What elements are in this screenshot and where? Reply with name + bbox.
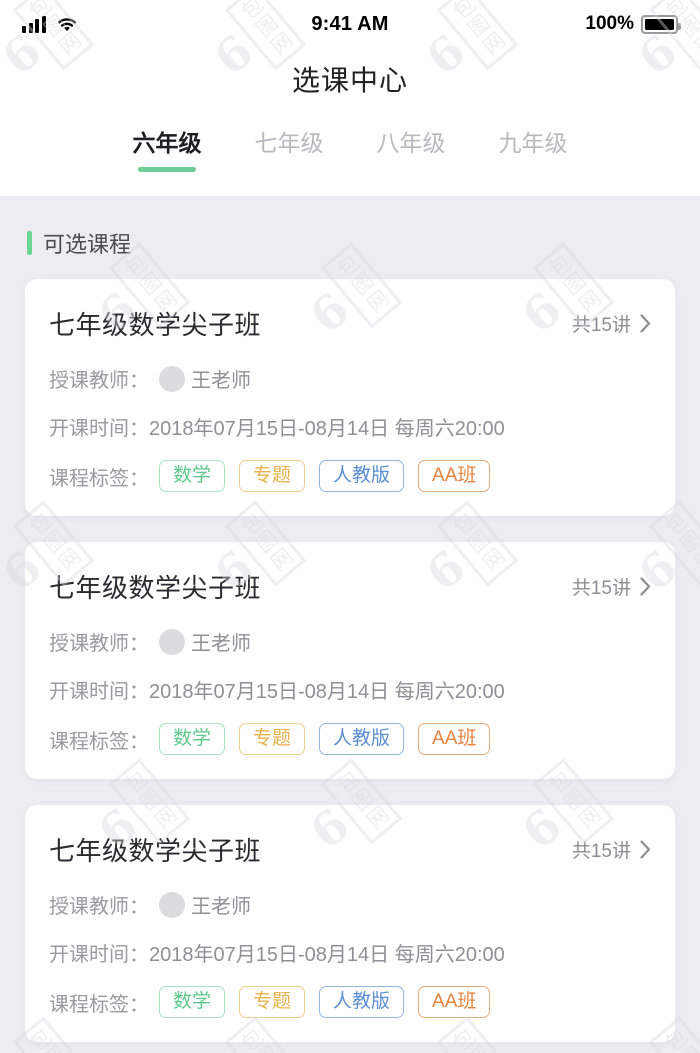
teacher-label: 授课教师： bbox=[49, 633, 149, 655]
teacher-name: 王老师 bbox=[191, 896, 251, 918]
course-list-container[interactable]: 可选课程 七年级数学尖子班 共15讲 授课教师： 王老师 开课时间： 2018年… bbox=[0, 196, 700, 1053]
course-lectures-link[interactable]: 共15讲 bbox=[572, 310, 651, 337]
start-time-value: 2018年07月15日-08月14日 每周六20:00 bbox=[149, 418, 505, 440]
course-tag[interactable]: AA班 bbox=[418, 723, 491, 755]
start-time-value: 2018年07月15日-08月14日 每周六20:00 bbox=[149, 944, 505, 966]
status-bar-left bbox=[22, 15, 78, 33]
course-card-header: 七年级数学尖子班 共15讲 bbox=[49, 568, 651, 605]
course-tags-row: 课程标签： 数学 专题 人教版 AA班 bbox=[49, 723, 651, 755]
teacher-name: 王老师 bbox=[191, 633, 251, 655]
grade-tabs: 六年级 七年级 八年级 九年级 bbox=[0, 110, 700, 196]
course-tag[interactable]: 数学 bbox=[159, 723, 226, 755]
course-tag[interactable]: 专题 bbox=[239, 460, 306, 492]
section-header: 可选课程 bbox=[25, 196, 675, 279]
wifi-icon bbox=[56, 16, 78, 33]
course-title: 七年级数学尖子班 bbox=[49, 836, 262, 866]
course-card[interactable]: 七年级数学尖子班 共15讲 授课教师： 王老师 开课时间： 2018年07月15 bbox=[25, 805, 675, 1042]
start-time-label: 开课时间： bbox=[49, 681, 149, 703]
tags-label: 课程标签： bbox=[49, 467, 149, 490]
course-lectures-label: 共15讲 bbox=[571, 578, 631, 599]
tags-label: 课程标签： bbox=[49, 993, 149, 1016]
course-tags-row: 课程标签： 数学 专题 人教版 AA班 bbox=[49, 460, 651, 492]
start-time-value: 2018年07月15日-08月14日 每周六20:00 bbox=[149, 681, 505, 703]
teacher-label: 授课教师： bbox=[49, 370, 149, 392]
section-accent-bar bbox=[27, 231, 32, 255]
course-tag-list: 数学 专题 人教版 AA班 bbox=[159, 986, 491, 1018]
tab-label: 九年级 bbox=[498, 130, 568, 156]
status-bar: 9:41 AM 100% bbox=[0, 0, 700, 48]
section-title: 可选课程 bbox=[43, 232, 132, 257]
battery-percent-label: 100% bbox=[585, 13, 634, 34]
course-lectures-label: 共15讲 bbox=[571, 315, 631, 336]
tab-label: 八年级 bbox=[376, 130, 446, 156]
course-teacher-row: 授课教师： 王老师 bbox=[49, 890, 651, 919]
course-teacher-row: 授课教师： 王老师 bbox=[49, 364, 651, 393]
avatar-placeholder-icon bbox=[159, 628, 185, 655]
course-lectures-link[interactable]: 共15讲 bbox=[572, 836, 651, 863]
tags-label: 课程标签： bbox=[49, 730, 149, 753]
battery-full-icon bbox=[641, 14, 681, 34]
course-tag[interactable]: AA班 bbox=[418, 986, 491, 1018]
page-title: 选课中心 bbox=[0, 48, 700, 110]
chevron-right-icon bbox=[640, 314, 651, 333]
tab-label: 六年级 bbox=[132, 130, 202, 156]
course-tag[interactable]: 人教版 bbox=[319, 460, 405, 492]
course-time-row: 开课时间： 2018年07月15日-08月14日 每周六20:00 bbox=[49, 412, 651, 441]
teacher-name: 王老师 bbox=[191, 370, 251, 392]
avatar-placeholder-icon bbox=[159, 891, 185, 918]
course-card[interactable]: 七年级数学尖子班 共15讲 授课教师： 王老师 开课时间： 2018年07月15 bbox=[25, 279, 675, 516]
course-tag[interactable]: 数学 bbox=[159, 986, 226, 1018]
course-title: 七年级数学尖子班 bbox=[49, 310, 262, 340]
chevron-right-icon bbox=[640, 577, 651, 596]
course-card-header: 七年级数学尖子班 共15讲 bbox=[49, 305, 651, 342]
chevron-right-icon bbox=[640, 840, 651, 859]
tab-grade-6[interactable]: 六年级 bbox=[106, 124, 228, 176]
teacher-label: 授课教师： bbox=[49, 896, 149, 918]
tab-grade-7[interactable]: 七年级 bbox=[228, 124, 350, 176]
app-root: 9:41 AM 100% 选课中心 六年级 七年级 八年级 九年级 可选课程 七… bbox=[0, 0, 700, 1053]
course-tag[interactable]: 人教版 bbox=[319, 986, 405, 1018]
start-time-label: 开课时间： bbox=[49, 418, 149, 440]
course-lectures-link[interactable]: 共15讲 bbox=[572, 573, 651, 600]
course-tag[interactable]: 人教版 bbox=[319, 723, 405, 755]
start-time-label: 开课时间： bbox=[49, 944, 149, 966]
tab-grade-8[interactable]: 八年级 bbox=[350, 124, 472, 176]
avatar-placeholder-icon bbox=[159, 365, 185, 392]
tab-grade-9[interactable]: 九年级 bbox=[472, 124, 594, 176]
course-tag-list: 数学 专题 人教版 AA班 bbox=[159, 723, 491, 755]
signal-bars-icon bbox=[22, 15, 46, 33]
course-lectures-label: 共15讲 bbox=[571, 841, 631, 862]
course-tag[interactable]: AA班 bbox=[418, 460, 491, 492]
course-tag[interactable]: 数学 bbox=[159, 460, 226, 492]
course-tags-row: 课程标签： 数学 专题 人教版 AA班 bbox=[49, 986, 651, 1018]
course-tag[interactable]: 专题 bbox=[239, 986, 306, 1018]
tab-label: 七年级 bbox=[254, 130, 324, 156]
course-card-header: 七年级数学尖子班 共15讲 bbox=[49, 831, 651, 868]
course-time-row: 开课时间： 2018年07月15日-08月14日 每周六20:00 bbox=[49, 938, 651, 967]
course-tag-list: 数学 专题 人教版 AA班 bbox=[159, 460, 491, 492]
course-time-row: 开课时间： 2018年07月15日-08月14日 每周六20:00 bbox=[49, 675, 651, 704]
course-title: 七年级数学尖子班 bbox=[49, 573, 262, 603]
status-bar-right: 100% bbox=[585, 13, 681, 35]
course-teacher-row: 授课教师： 王老师 bbox=[49, 627, 651, 656]
course-card[interactable]: 七年级数学尖子班 共15讲 授课教师： 王老师 开课时间： 2018年07月15 bbox=[25, 542, 675, 779]
course-tag[interactable]: 专题 bbox=[239, 723, 306, 755]
